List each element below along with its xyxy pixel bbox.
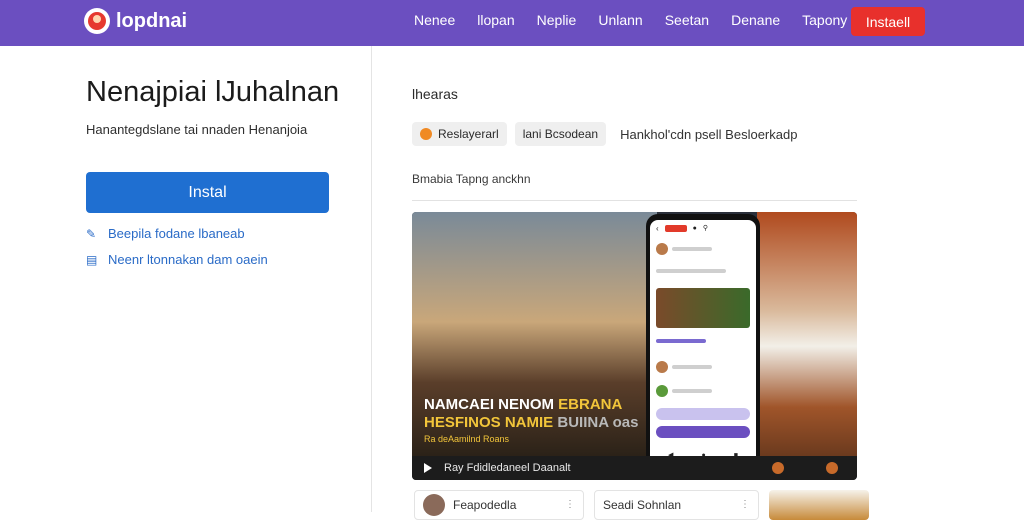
main-nav: Nenee llopan Neplie Unlann Seetan Denane… <box>414 12 847 28</box>
chip-trailing-text: Hankhol'cdn psell Besloerkadp <box>620 126 798 142</box>
bar-icons <box>772 462 838 474</box>
phone-screen: ‹ ● ⚲ ◀●■ <box>650 220 756 470</box>
chip-2[interactable]: lani Bcsodean <box>514 122 607 146</box>
phone-mockup: ‹ ● ⚲ ◀●■ <box>646 214 760 476</box>
page-subtitle: Hanantegdslane tai nnaden Henanjoia <box>86 122 308 137</box>
phone-post-header <box>656 242 750 256</box>
food-thumbnail[interactable] <box>769 490 869 520</box>
nav-item-5[interactable]: Seetan <box>665 12 709 28</box>
orange-dot-icon <box>420 128 432 140</box>
avatar-icon[interactable] <box>826 462 838 474</box>
edit-icon: ✎ <box>86 226 97 241</box>
more-icon[interactable]: ⋮ <box>740 499 750 510</box>
hero-title-white: NAMCAEI NENOM <box>424 396 554 413</box>
chip-1[interactable]: Reslayerarl <box>412 122 507 146</box>
nav-item-1[interactable]: Nenee <box>414 12 455 28</box>
hero-media[interactable]: NAMCAEI NENOM EBRANA HESFINOS NAMIE BUII… <box>412 212 857 480</box>
phone-comment-1 <box>656 360 750 374</box>
hero-title2-faded: BUIINA oas <box>557 414 639 431</box>
brand-name: lopdnai <box>116 9 188 32</box>
card-2-label: Seadi Sohnlan <box>603 498 682 512</box>
nav-item-4[interactable]: Unlann <box>598 12 642 28</box>
share-icon: ▤ <box>86 252 98 267</box>
phone-post-image <box>656 288 750 328</box>
link-row-1[interactable]: ✎ Beepila fodane lbaneab <box>86 226 245 241</box>
page-title: Nenajpiai lJuhalnan <box>86 76 340 108</box>
chip-row: Reslayerarl lani Bcsodean Hankhol'cdn ps… <box>412 122 797 146</box>
phone-input-pill <box>656 426 750 438</box>
link-label-1: Beepila fodane lbaneab <box>108 226 245 241</box>
phone-app-header: ‹ ● ⚲ <box>656 223 709 233</box>
install-button[interactable]: Instal <box>86 172 329 213</box>
chip-1-label: Reslayerarl <box>438 127 499 141</box>
card-row: Feapodedla ⋮ Seadi Sohnlan ⋮ <box>414 490 869 520</box>
nav-item-7[interactable]: Tapony <box>802 12 847 28</box>
avatar <box>423 494 445 516</box>
hero-title-yellow: EBRANA <box>558 396 623 413</box>
circle-icon[interactable] <box>772 462 784 474</box>
left-panel: Nenajpiai lJuhalnan Hanantegdslane tai n… <box>0 46 372 512</box>
hero-title2-text: HESFINOS NAMIE <box>424 414 554 431</box>
section-heading: lhearas <box>412 86 458 102</box>
nav-item-6[interactable]: Denane <box>731 12 780 28</box>
hero-title-line2: HESFINOS NAMIE BUIINA oas <box>424 414 638 431</box>
more-icon[interactable]: ⋮ <box>565 499 575 510</box>
brand-logo[interactable]: lopdnai <box>84 8 187 34</box>
feed-card-1[interactable]: Feapodedla ⋮ <box>414 490 584 520</box>
hero-tagline: Ra deAamilnd Roans <box>424 434 510 444</box>
link-label-2: Neenr ltonnakan dam oaein <box>108 252 268 267</box>
chip-2-label: lani Bcsodean <box>522 127 599 141</box>
hero-title-line1: NAMCAEI NENOM EBRANA <box>424 396 622 413</box>
card-1-label: Feapodedla <box>453 498 517 512</box>
phone-post-meta <box>656 334 750 348</box>
video-control-bar: Ray Fdidledaneel Daanalt <box>412 456 857 480</box>
food-image <box>757 212 857 456</box>
install-header-button[interactable]: Instaell <box>851 7 925 36</box>
phone-reply-pill <box>656 408 750 420</box>
top-nav-bar: lopdnai Nenee llopan Neplie Unlann Seeta… <box>0 0 1024 46</box>
nav-item-3[interactable]: Neplie <box>537 12 577 28</box>
phone-post-text <box>656 264 750 278</box>
video-title: Ray Fdidledaneel Daanalt <box>444 462 571 474</box>
media-caption: Bmabia Tapng anckhn <box>412 172 531 186</box>
logo-icon <box>84 8 110 34</box>
phone-comment-2 <box>656 384 750 398</box>
divider <box>412 200 857 201</box>
nav-item-2[interactable]: llopan <box>477 12 514 28</box>
right-panel: lhearas Reslayerarl lani Bcsodean Hankho… <box>373 46 1024 520</box>
link-row-2[interactable]: ▤ Neenr ltonnakan dam oaein <box>86 252 268 267</box>
feed-card-2[interactable]: Seadi Sohnlan ⋮ <box>594 490 759 520</box>
play-icon[interactable] <box>424 463 432 473</box>
